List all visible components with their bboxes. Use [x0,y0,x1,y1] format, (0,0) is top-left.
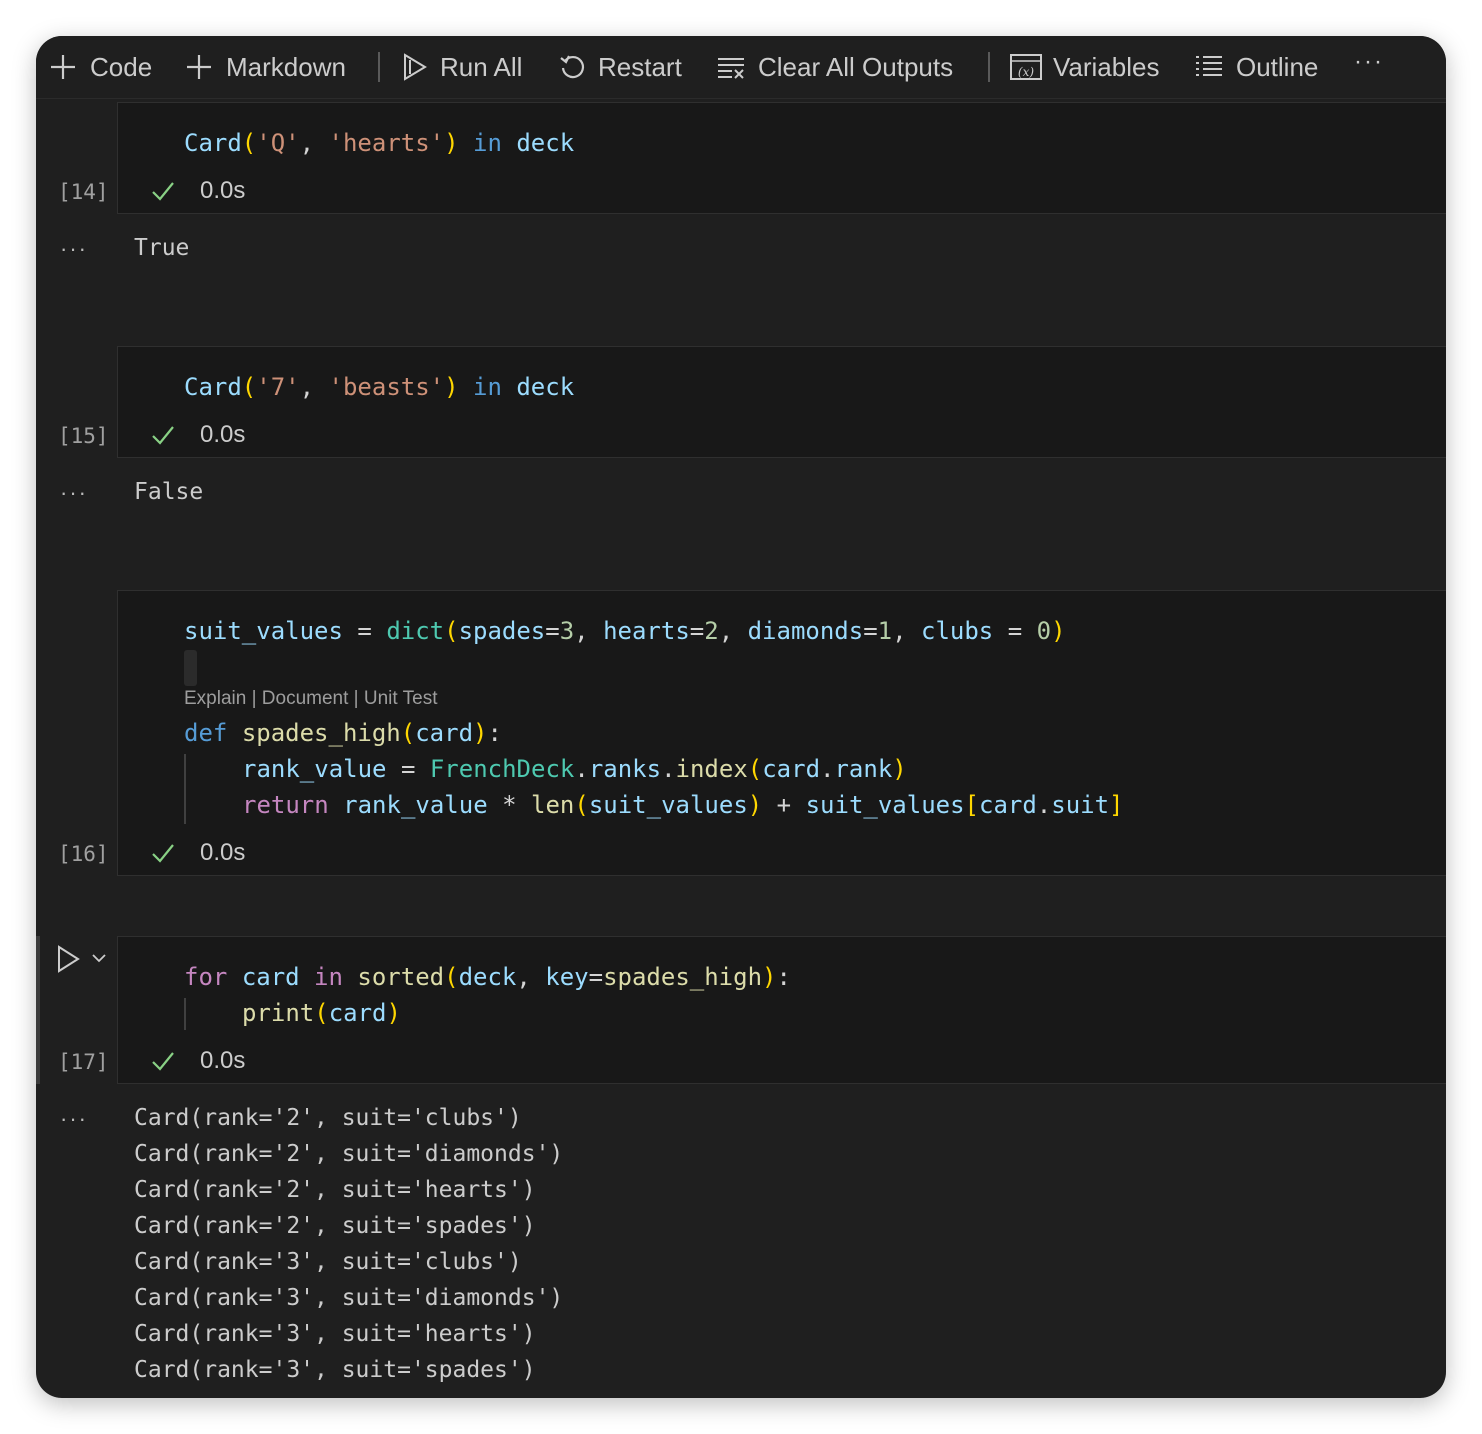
cell-14-output: True [134,235,190,261]
chevron-down-icon [92,954,106,963]
clear-all-outputs-label: Clear All Outputs [758,51,954,82]
add-code-cell-button[interactable]: Code [48,52,152,83]
output-more-icon[interactable]: ··· [60,1106,88,1132]
execution-count: [16] [58,842,109,866]
cell-16-code-line-3[interactable]: rank_value = FrenchDeck.ranks.index(card… [242,755,907,783]
cell-status: 0.0s [150,177,245,205]
toolbar-divider [378,52,380,82]
restart-icon [560,55,585,79]
outline-button[interactable]: Outline [1194,52,1318,83]
check-icon [152,1052,174,1071]
code-label: Code [90,51,153,82]
execution-count: [15] [58,424,109,448]
cell-17-code-line-2[interactable]: print(card) [242,999,401,1027]
variables-icon: (x) [1010,54,1042,80]
cell-17-code-line-1[interactable]: for card in sorted(deck, key=spades_high… [184,963,791,991]
output-more-icon[interactable]: ··· [60,480,88,506]
code-cell-15[interactable] [117,346,1446,458]
indent-guide [184,754,186,824]
more-actions-button[interactable]: ··· [1354,48,1384,76]
markdown-label: Markdown [226,51,346,82]
output-line: Card(rank='2', suit='hearts') [134,1177,536,1203]
toolbar-divider [988,52,990,82]
cell-16-code-line-2[interactable]: def spades_high(card): [184,719,502,747]
variables-label: Variables [1053,51,1160,82]
cell-15-code-line[interactable]: Card('7', 'beasts') in deck [184,373,574,401]
output-line: Card(rank='3', suit='diamonds') [134,1285,564,1311]
cell-14-code-line[interactable]: Card('Q', 'hearts') in deck [184,129,574,157]
more-icon: ··· [1354,48,1384,75]
notebook-window: Code Markdown Run All Restart Clear All … [36,36,1446,1398]
run-all-button[interactable]: Run All [400,52,522,83]
clear-all-icon [718,58,744,79]
run-all-icon [404,53,427,81]
run-all-label: Run All [440,51,523,82]
cell-16-code-line-1[interactable]: suit_values = dict(spades=3, hearts=2, d… [184,617,1066,645]
output-line: Card(rank='3', suit='clubs') [134,1249,522,1275]
execution-time: 0.0s [200,177,246,204]
play-icon [58,945,80,973]
plus-icon [51,55,75,79]
restart-label: Restart [598,51,682,82]
execution-time: 0.0s [200,839,246,866]
text-cursor-line [184,650,197,686]
cell-16-code-line-4[interactable]: return rank_value * len(suit_values) + s… [242,791,1124,819]
add-markdown-cell-button[interactable]: Markdown [184,52,346,83]
run-options-button[interactable] [91,950,107,971]
execution-count: [14] [58,180,109,204]
output-line: Card(rank='3', suit='hearts') [134,1321,536,1347]
check-icon [152,182,174,201]
output-line: Card(rank='2', suit='diamonds') [134,1141,564,1167]
execution-time: 0.0s [200,421,246,448]
execution-count: [17] [58,1050,109,1074]
check-icon [152,844,174,863]
indent-guide [184,998,186,1030]
output-more-icon[interactable]: ··· [60,236,88,262]
execution-time: 0.0s [200,1047,246,1074]
code-cell-14[interactable] [117,102,1446,214]
cell-15-output: False [134,479,204,505]
output-line: Card(rank='2', suit='spades') [134,1213,536,1239]
plus-icon [187,55,211,79]
svg-text:(x): (x) [1018,65,1034,79]
check-icon [152,426,174,445]
cell-status: 0.0s [150,1047,245,1075]
outline-label: Outline [1236,51,1319,82]
outline-icon [1196,56,1222,76]
run-cell-button[interactable] [56,944,82,979]
notebook-toolbar: Code Markdown Run All Restart Clear All … [36,36,1446,99]
codelens-actions[interactable]: Explain | Document | Unit Test [184,688,437,710]
output-line: Card(rank='3', suit='spades') [134,1357,536,1383]
cell-status: 0.0s [150,421,245,449]
variables-button[interactable]: (x) Variables [1009,52,1159,83]
restart-button[interactable]: Restart [558,52,682,83]
focus-indicator [36,936,40,1084]
output-line: Card(rank='2', suit='clubs') [134,1105,522,1131]
clear-all-outputs-button[interactable]: Clear All Outputs [716,52,953,83]
cell-status: 0.0s [150,839,245,867]
